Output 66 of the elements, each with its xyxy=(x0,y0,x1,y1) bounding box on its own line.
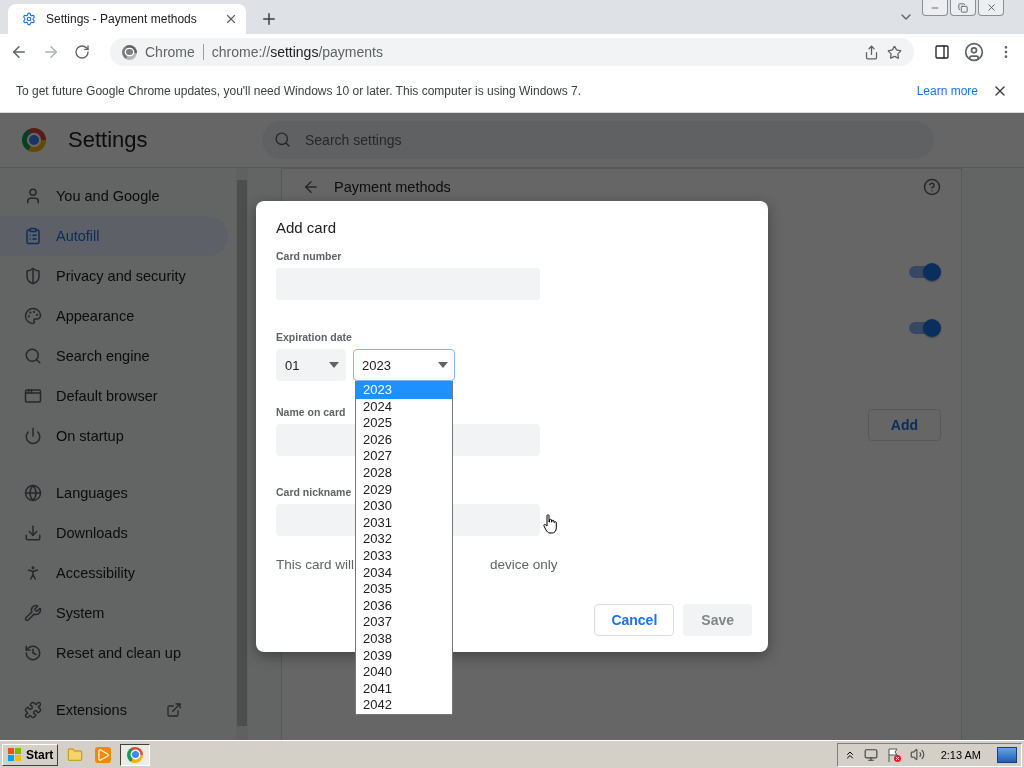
settings-title: Settings xyxy=(68,127,149,153)
toggle-switch[interactable] xyxy=(909,262,941,282)
speaker-icon[interactable] xyxy=(909,747,925,762)
windows-flag-icon xyxy=(7,746,23,763)
person-icon xyxy=(24,187,42,205)
site-label: Chrome xyxy=(145,44,204,60)
search-icon xyxy=(274,131,291,148)
shield-icon xyxy=(24,267,42,285)
dialog-title: Add card xyxy=(276,219,338,236)
search-icon xyxy=(24,347,42,365)
side-panel-button[interactable] xyxy=(934,44,950,60)
address-bar[interactable]: Chrome chrome://settings/payments xyxy=(110,38,914,66)
start-button[interactable]: Start xyxy=(2,743,59,766)
browser-window-icon xyxy=(24,387,42,405)
wrench-icon xyxy=(24,604,42,622)
field-label: Card number xyxy=(276,250,342,262)
restore-icon xyxy=(958,2,968,13)
gear-icon xyxy=(22,12,36,26)
month-select[interactable]: 01 xyxy=(276,349,346,381)
clipboard-icon xyxy=(24,227,42,245)
puzzle-icon xyxy=(24,701,42,719)
chrome-taskbar-button[interactable] xyxy=(120,743,151,766)
hand-cursor-icon xyxy=(543,514,557,534)
year-select[interactable]: 2023 xyxy=(353,349,455,381)
help-icon[interactable] xyxy=(923,178,941,196)
update-message: To get future Google Chrome updates, you'll need Windows 10 or later. This computer is using Windows 7. xyxy=(16,84,583,98)
caret-icon xyxy=(329,362,339,368)
external-link-icon xyxy=(166,702,182,718)
globe-icon xyxy=(24,484,42,502)
url-text: chrome://settings/payments xyxy=(211,44,383,60)
clock[interactable]: 2:13 AM xyxy=(940,748,981,761)
restore-button[interactable] xyxy=(950,0,976,16)
profile-button[interactable] xyxy=(964,42,984,62)
close-icon xyxy=(985,2,997,13)
cancel-button[interactable]: Cancel xyxy=(594,604,675,636)
search-field[interactable]: Search settings xyxy=(262,121,934,159)
star-icon[interactable] xyxy=(887,44,902,60)
chrome-logo-icon xyxy=(22,128,46,152)
storage-note: This card will xyxy=(276,557,354,572)
flag-with-cross-icon[interactable] xyxy=(885,746,902,763)
network-icon[interactable] xyxy=(863,747,878,762)
close-window-button[interactable] xyxy=(978,0,1004,16)
back-arrow-button[interactable] xyxy=(302,178,320,196)
scrollbar[interactable] xyxy=(236,168,248,740)
palette-icon xyxy=(24,307,42,325)
toggle-switch[interactable] xyxy=(909,318,941,338)
show-desktop-icon[interactable] xyxy=(997,746,1017,763)
caret-icon xyxy=(438,362,448,368)
field-label: Expiration date xyxy=(276,331,352,343)
back-button[interactable] xyxy=(10,43,28,61)
download-icon xyxy=(24,524,42,542)
share-icon[interactable] xyxy=(864,44,879,60)
chrome-logo-icon xyxy=(122,44,137,60)
plus-icon xyxy=(260,10,278,28)
field-label: Card nickname xyxy=(276,486,352,498)
minimize-button[interactable] xyxy=(922,0,948,16)
reload-button[interactable] xyxy=(74,44,90,60)
page-title: Payment methods xyxy=(334,179,452,195)
tab-title: Settings - Payment methods xyxy=(46,12,198,26)
power-icon xyxy=(24,427,42,445)
learn-more-link[interactable]: Learn more xyxy=(916,84,978,98)
history-icon xyxy=(24,644,42,662)
close-tab-button[interactable] xyxy=(224,12,238,26)
storage-note: device only xyxy=(490,557,558,572)
field-label: Name on card xyxy=(276,406,346,418)
browser-tab[interactable]: Settings - Payment methods xyxy=(8,4,246,34)
